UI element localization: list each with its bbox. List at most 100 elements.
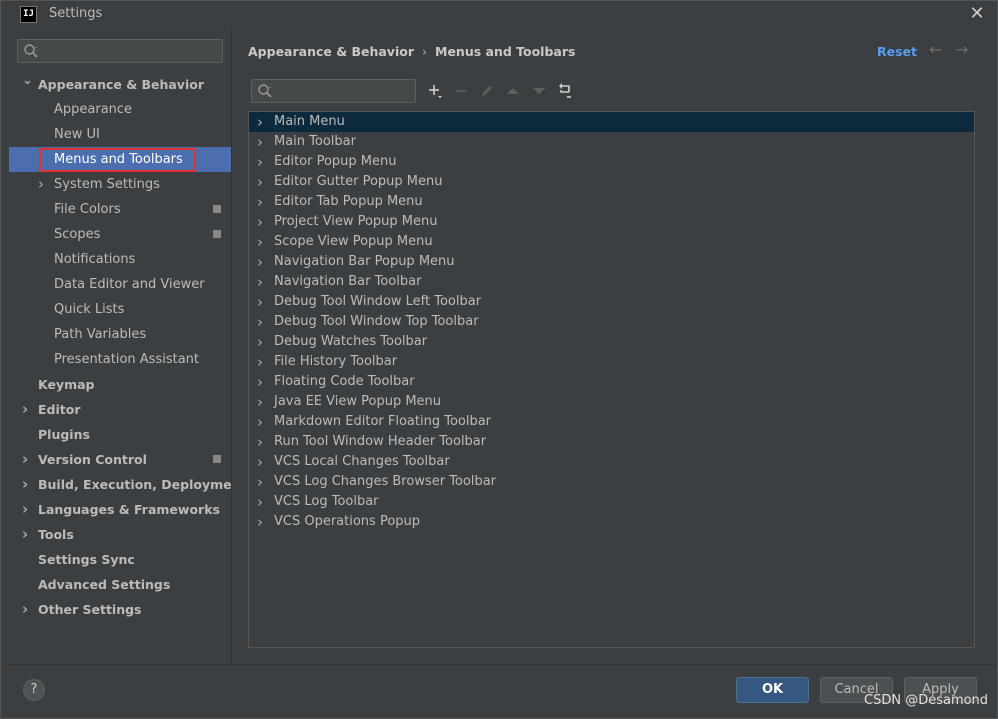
sidebar-item-scopes[interactable]: Scopes bbox=[9, 222, 231, 247]
chevron-right-icon[interactable]: › bbox=[22, 597, 32, 622]
chevron-right-icon[interactable]: › bbox=[22, 497, 32, 522]
chevron-right-icon[interactable]: › bbox=[257, 512, 263, 532]
chevron-right-icon[interactable]: › bbox=[22, 397, 32, 422]
chevron-right-icon[interactable]: › bbox=[257, 492, 263, 512]
close-icon[interactable]: ✕ bbox=[967, 4, 987, 24]
action-group-label: Debug Tool Window Top Toolbar bbox=[274, 314, 479, 329]
sidebar-item-presentation-assistant[interactable]: Presentation Assistant bbox=[9, 347, 231, 372]
chevron-right-icon[interactable]: › bbox=[257, 272, 263, 292]
chevron-right-icon[interactable]: › bbox=[257, 452, 263, 472]
sidebar-item-menus-and-toolbars[interactable]: Menus and Toolbars bbox=[9, 147, 231, 172]
action-group-row[interactable]: › Scope View Popup Menu bbox=[249, 232, 974, 252]
sidebar-item-label: Appearance & Behavior bbox=[38, 77, 204, 92]
action-group-row[interactable]: › Navigation Bar Popup Menu bbox=[249, 252, 974, 272]
sidebar-item-build-execution-deployment[interactable]: › Build, Execution, Deployment bbox=[9, 472, 246, 497]
sidebar-item-plugins[interactable]: Plugins bbox=[9, 422, 231, 447]
chevron-right-icon[interactable]: › bbox=[257, 192, 263, 212]
project-level-icon bbox=[213, 455, 221, 463]
action-group-label: Run Tool Window Header Toolbar bbox=[274, 434, 487, 449]
chevron-right-icon[interactable]: › bbox=[257, 332, 263, 352]
action-group-row[interactable]: › VCS Local Changes Toolbar bbox=[249, 452, 974, 472]
remove-action-icon[interactable] bbox=[451, 81, 471, 101]
restore-icon[interactable] bbox=[555, 81, 575, 101]
sidebar-item-label: Version Control bbox=[38, 452, 147, 467]
add-action-icon[interactable] bbox=[425, 81, 445, 101]
sidebar-item-appearance-behavior[interactable]: ⌄ Appearance & Behavior bbox=[9, 72, 231, 97]
chevron-right-icon[interactable]: › bbox=[257, 292, 263, 312]
ok-button[interactable]: OK bbox=[736, 677, 809, 703]
action-group-row[interactable]: › Java EE View Popup Menu bbox=[249, 392, 974, 412]
sidebar-item-quick-lists[interactable]: Quick Lists bbox=[9, 297, 231, 322]
chevron-right-icon[interactable]: › bbox=[257, 232, 263, 252]
action-group-row[interactable]: › Run Tool Window Header Toolbar bbox=[249, 432, 974, 452]
sidebar-item-advanced-settings[interactable]: Advanced Settings bbox=[9, 572, 231, 597]
sidebar-item-label: Tools bbox=[38, 527, 74, 542]
action-group-row[interactable]: › VCS Operations Popup bbox=[249, 512, 974, 532]
chevron-right-icon[interactable]: › bbox=[257, 312, 263, 332]
forward-arrow-icon[interactable]: → bbox=[955, 40, 968, 59]
action-group-row[interactable]: › Project View Popup Menu bbox=[249, 212, 974, 232]
chevron-right-icon[interactable]: › bbox=[257, 472, 263, 492]
chevron-right-icon[interactable]: › bbox=[22, 472, 32, 497]
chevron-right-icon[interactable]: › bbox=[257, 252, 263, 272]
sidebar-item-tools[interactable]: › Tools bbox=[9, 522, 231, 547]
chevron-right-icon[interactable]: › bbox=[257, 172, 263, 192]
chevron-down-icon[interactable]: ⌄ bbox=[22, 68, 33, 93]
chevron-right-icon[interactable]: › bbox=[257, 412, 263, 432]
sidebar-item-languages-frameworks[interactable]: › Languages & Frameworks bbox=[9, 497, 231, 522]
chevron-right-icon[interactable]: › bbox=[257, 212, 263, 232]
sidebar-item-settings-sync[interactable]: Settings Sync bbox=[9, 547, 231, 572]
sidebar-search-input[interactable] bbox=[42, 42, 218, 60]
move-down-icon[interactable] bbox=[529, 81, 549, 101]
move-up-icon[interactable] bbox=[503, 81, 523, 101]
revert-icon bbox=[559, 83, 571, 98]
chevron-right-icon[interactable]: › bbox=[22, 522, 32, 547]
back-arrow-icon[interactable]: ← bbox=[929, 40, 942, 59]
action-group-row[interactable]: › Debug Watches Toolbar bbox=[249, 332, 974, 352]
chevron-right-icon[interactable]: › bbox=[257, 392, 263, 412]
sidebar-item-label: Keymap bbox=[38, 377, 95, 392]
chevron-right-icon[interactable]: › bbox=[257, 152, 263, 172]
action-group-label: VCS Local Changes Toolbar bbox=[274, 454, 450, 469]
chevron-right-icon[interactable]: › bbox=[257, 352, 263, 372]
sidebar-item-new-ui[interactable]: New UI bbox=[9, 122, 231, 147]
sidebar-item-data-editor-and-viewer[interactable]: Data Editor and Viewer bbox=[9, 272, 231, 297]
sidebar-item-file-colors[interactable]: File Colors bbox=[9, 197, 231, 222]
action-group-row[interactable]: › VCS Log Toolbar bbox=[249, 492, 974, 512]
action-group-row[interactable]: › Debug Tool Window Top Toolbar bbox=[249, 312, 974, 332]
actions-tree: › Main Menu › Main Toolbar › Editor Popup Men… bbox=[249, 112, 974, 532]
action-group-label: VCS Log Changes Browser Toolbar bbox=[274, 474, 497, 489]
action-group-row[interactable]: › Markdown Editor Floating Toolbar bbox=[249, 412, 974, 432]
chevron-right-icon[interactable]: › bbox=[257, 112, 263, 132]
sidebar-item-editor[interactable]: › Editor bbox=[9, 397, 231, 422]
action-group-row[interactable]: › VCS Log Changes Browser Toolbar bbox=[249, 472, 974, 492]
chevron-right-icon[interactable]: › bbox=[38, 172, 48, 197]
edit-icon[interactable] bbox=[477, 81, 497, 101]
action-group-row[interactable]: › Floating Code Toolbar bbox=[249, 372, 974, 392]
actions-search-box[interactable] bbox=[251, 79, 416, 103]
action-group-row[interactable]: › Debug Tool Window Left Toolbar bbox=[249, 292, 974, 312]
reset-link[interactable]: Reset bbox=[877, 44, 917, 59]
sidebar-item-path-variables[interactable]: Path Variables bbox=[9, 322, 231, 347]
sidebar-search-box[interactable] bbox=[17, 39, 223, 63]
breadcrumb-parent[interactable]: Appearance & Behavior bbox=[248, 44, 414, 59]
action-group-row[interactable]: › File History Toolbar bbox=[249, 352, 974, 372]
action-group-row[interactable]: › Main Menu bbox=[249, 112, 974, 132]
chevron-right-icon[interactable]: › bbox=[257, 372, 263, 392]
action-group-row[interactable]: › Editor Tab Popup Menu bbox=[249, 192, 974, 212]
chevron-right-icon[interactable]: › bbox=[257, 132, 263, 152]
action-group-row[interactable]: › Navigation Bar Toolbar bbox=[249, 272, 974, 292]
sidebar-item-other-settings[interactable]: › Other Settings bbox=[9, 597, 231, 622]
sidebar-item-appearance[interactable]: Appearance bbox=[9, 97, 231, 122]
sidebar-item-system-settings[interactable]: › System Settings bbox=[9, 172, 231, 197]
help-button[interactable]: ? bbox=[23, 679, 45, 701]
action-group-row[interactable]: › Editor Popup Menu bbox=[249, 152, 974, 172]
actions-search-input[interactable] bbox=[276, 82, 411, 100]
chevron-right-icon[interactable]: › bbox=[22, 447, 32, 472]
chevron-right-icon[interactable]: › bbox=[257, 432, 263, 452]
sidebar-item-keymap[interactable]: Keymap bbox=[9, 372, 231, 397]
action-group-row[interactable]: › Main Toolbar bbox=[249, 132, 974, 152]
sidebar-item-version-control[interactable]: › Version Control bbox=[9, 447, 231, 472]
action-group-row[interactable]: › Editor Gutter Popup Menu bbox=[249, 172, 974, 192]
sidebar-item-notifications[interactable]: Notifications bbox=[9, 247, 231, 272]
